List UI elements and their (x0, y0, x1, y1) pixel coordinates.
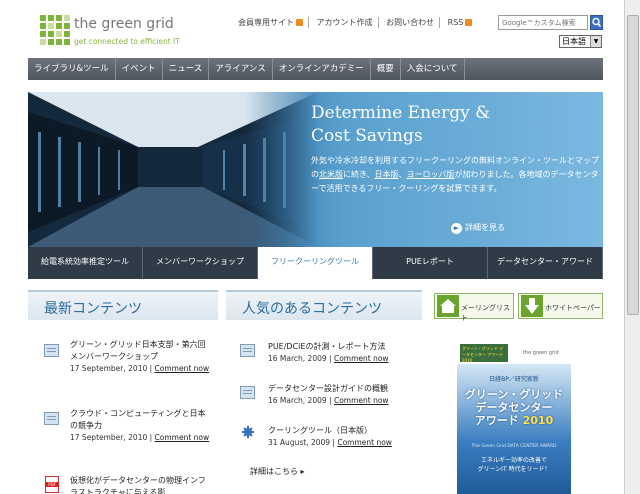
popular-item: PUE/DCiEの計測・レポート方法 16 March, 2009 | Comm… (268, 341, 428, 365)
hero-title: Determine Energy & Cost Savings (311, 103, 491, 146)
award-subtitle: 日経BP／研究家新 (489, 376, 539, 383)
create-account-link[interactable]: アカウント作成 (312, 17, 379, 28)
language-value: 日本語 (562, 37, 586, 46)
popular-item-title[interactable]: データセンター設計ガイドの概観 (268, 383, 428, 395)
members-site-link[interactable]: 会員専用サイト (233, 17, 309, 28)
top-links: 会員専用サイト アカウント作成 お問い合わせ RSS (233, 17, 477, 28)
tab-free-cooling-tool[interactable]: フリークーリングツール (258, 247, 373, 279)
link-europe[interactable]: ヨーロッパ版 (406, 170, 454, 179)
popular-heading: 人気のあるコンテンツ (226, 290, 422, 320)
latest-item-title[interactable]: 仮想化がデータセンターの物理インフラストラクチャに与える影 (70, 475, 210, 494)
award-title: グリーン・グリッド データセンター アワード 2010 (464, 388, 564, 427)
download-arrow-icon (521, 295, 543, 317)
rss-link[interactable]: RSS (443, 18, 478, 27)
language-select[interactable]: 日本語 ▼ (559, 35, 602, 48)
search-icon (592, 17, 602, 28)
document-icon (44, 344, 59, 357)
feature-tabs: 給電系統効率推定ツール メンバーワークショップ フリークーリングツール PUEレ… (28, 247, 603, 279)
comment-link[interactable]: Comment now (334, 396, 389, 405)
latest-item-title[interactable]: グリーン・グリッド日本支部・第六回メンバーワークショップ (70, 339, 210, 363)
home-icon (296, 19, 303, 26)
nav-news[interactable]: ニュース (163, 58, 210, 80)
tab-member-workshop[interactable]: メンバーワークショップ (143, 247, 258, 279)
latest-item: 仮想化がデータセンターの物理インフラストラクチャに与える影 (70, 475, 210, 494)
award-header: グリーン・グリッド データセンター アワード 2010 the green gr… (457, 342, 571, 364)
link-japan[interactable]: 日本版 (374, 170, 398, 179)
nav-about[interactable]: 概要 (371, 58, 401, 80)
popular-item: クーリングツール（日本版） 31 August, 2009 | Comment … (268, 425, 428, 449)
nav-online-academy[interactable]: オンラインアカデミー (273, 58, 371, 80)
nav-alliance[interactable]: アライアンス (209, 58, 273, 80)
latest-item-meta: 17 September, 2010 | Comment now (70, 433, 210, 442)
tab-power-efficiency-tool[interactable]: 給電系統効率推定ツール (28, 247, 143, 279)
hero-more-link[interactable]: ► 詳細を見る (451, 222, 505, 234)
tab-datacenter-award[interactable]: データセンター・アワード (488, 247, 603, 279)
contact-link[interactable]: お問い合わせ (381, 17, 441, 28)
nav-events[interactable]: イベント (116, 58, 163, 80)
search-button[interactable] (590, 15, 603, 30)
award-badge: グリーン・グリッド データセンター アワード 2010 (460, 344, 508, 363)
award-logo: the green grid (523, 350, 559, 356)
page: the green grid get connected to efficien… (28, 0, 603, 494)
datacenter-image (28, 92, 318, 247)
pdf-icon (45, 476, 59, 493)
white-paper-button[interactable]: ホワイトペーパー (518, 293, 603, 319)
logo-tagline: get connected to efficient IT (74, 37, 180, 46)
home-icon (437, 295, 459, 317)
document-icon (44, 412, 59, 425)
hero-text: 外気や冷水冷却を利用するフリークーリングの無料オンライン・ツールとマップの北米版… (311, 156, 599, 193)
vertical-scrollbar[interactable] (624, 0, 640, 494)
popular-item-meta: 16 March, 2009 | Comment now (268, 354, 389, 363)
arrow-right-icon: ► (451, 223, 462, 234)
details-link[interactable]: 詳細はこちら ▸ (250, 466, 305, 477)
popular-item-title[interactable]: PUE/DCiEの計測・レポート方法 (268, 341, 428, 353)
latest-item: クラウド・コンピューティングと日本の競争力 17 September, 2010… (70, 408, 210, 444)
chevron-down-icon: ▼ (590, 36, 601, 47)
comment-link[interactable]: Comment now (155, 433, 210, 442)
scroll-thumb[interactable] (627, 15, 639, 315)
award-banner[interactable]: グリーン・グリッド データセンター アワード 2010 the green gr… (457, 342, 571, 494)
link-north-america[interactable]: 北米版 (319, 170, 343, 179)
gear-icon (242, 426, 254, 438)
nav-library-tools[interactable]: ライブラリ&ツール (28, 58, 116, 80)
search-input[interactable] (498, 15, 588, 30)
latest-heading: 最新コンテンツ (28, 290, 218, 320)
latest-item-meta: 17 September, 2010 | Comment now (70, 364, 210, 373)
nav-join[interactable]: 入会について (401, 58, 465, 80)
mailing-list-button[interactable]: メーリングリスト (434, 293, 514, 322)
logo-grid-icon (40, 15, 70, 45)
comment-link[interactable]: Comment now (337, 438, 392, 447)
comment-link[interactable]: Comment now (334, 354, 389, 363)
tab-pue-report[interactable]: PUEレポート (373, 247, 488, 279)
main-nav: ライブラリ&ツール イベント ニュース アライアンス オンラインアカデミー 概要… (28, 58, 603, 80)
award-english-title: The Green Grid DATA CENTER AWARD (471, 444, 557, 449)
popular-item-meta: 31 August, 2009 | Comment now (268, 438, 392, 447)
popular-item-title[interactable]: クーリングツール（日本版） (268, 425, 428, 437)
logo[interactable]: the green grid get connected to efficien… (40, 15, 190, 51)
popular-item-meta: 16 March, 2009 | Comment now (268, 396, 389, 405)
award-tagline: エネルギー効率の改善で グリーンIT 時代をリード！ (477, 457, 551, 473)
comment-link[interactable]: Comment now (155, 364, 210, 373)
latest-item-title[interactable]: クラウド・コンピューティングと日本の競争力 (70, 408, 210, 432)
hero-banner: Determine Energy & Cost Savings 外気や冷水冷却を… (28, 92, 603, 247)
document-icon (240, 344, 255, 357)
rss-icon (465, 19, 473, 26)
latest-item: グリーン・グリッド日本支部・第六回メンバーワークショップ 17 Septembe… (70, 339, 210, 375)
chevron-right-icon: ▸ (300, 467, 305, 476)
award-body: 日経BP／研究家新 グリーン・グリッド データセンター アワード 2010 Th… (457, 364, 571, 494)
logo-name: the green grid (74, 16, 174, 32)
popular-item: データセンター設計ガイドの概観 16 March, 2009 | Comment… (268, 383, 428, 407)
document-icon (240, 386, 255, 399)
